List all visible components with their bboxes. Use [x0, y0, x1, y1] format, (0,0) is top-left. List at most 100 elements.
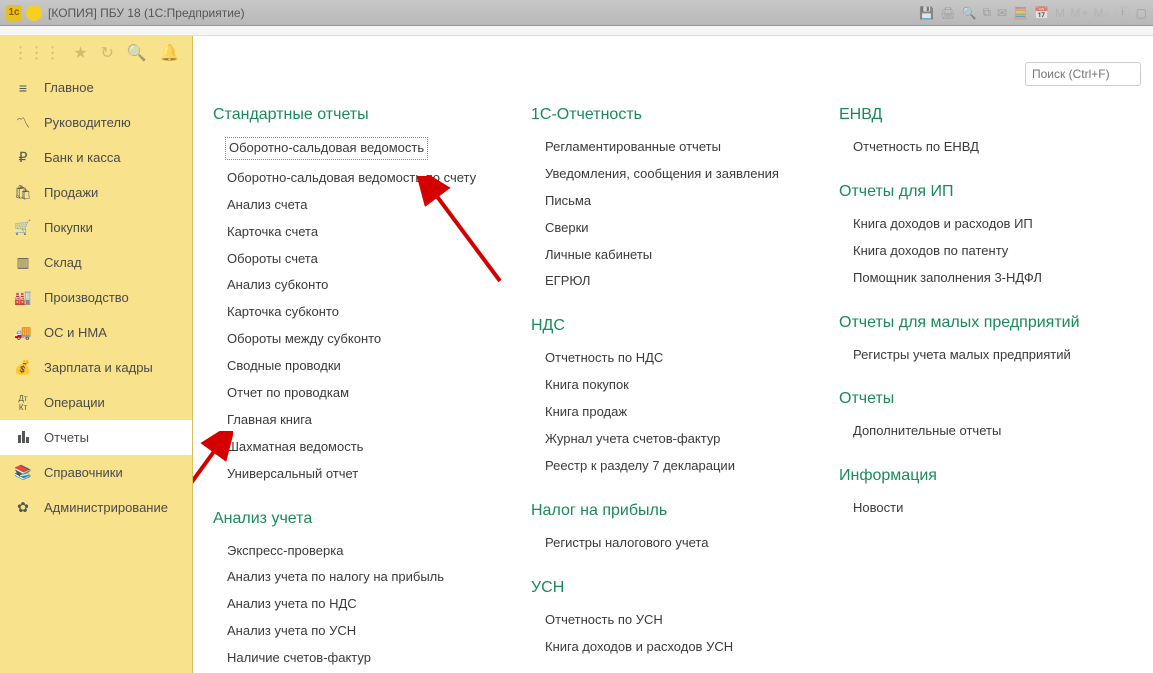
- report-link[interactable]: Экспресс-проверка: [203, 538, 501, 565]
- section-0-1: Анализ учетаЭкспресс-проверкаАнализ учет…: [203, 502, 501, 672]
- section-title[interactable]: Налог на прибыль: [531, 502, 809, 520]
- report-link[interactable]: Регистры учета малых предприятий: [829, 342, 1129, 369]
- sidebar-label-4: Покупки: [44, 220, 93, 235]
- section-1-0: 1С-Отчетность Регламентированные отчетыУв…: [521, 98, 809, 295]
- report-link[interactable]: Анализ учета по НДС: [203, 591, 501, 618]
- sidebar-icon-10: [14, 430, 32, 446]
- report-link[interactable]: Помощник заполнения 3-НДФЛ: [829, 265, 1129, 292]
- report-link[interactable]: Журнал учета счетов-фактур: [521, 426, 809, 453]
- memory-text: М М+ М-: [1055, 6, 1110, 20]
- section-title[interactable]: Отчеты для малых предприятий: [839, 314, 1129, 332]
- apps-icon[interactable]: ⋮⋮⋮: [12, 43, 60, 63]
- section-2-2: Отчеты для малых предприятий Регистры уче…: [829, 306, 1129, 369]
- sidebar-item-3[interactable]: 🛍Продажи: [0, 175, 192, 210]
- print-icon[interactable]: 🖨: [940, 6, 955, 20]
- bell-icon[interactable]: 🔔: [160, 43, 180, 63]
- report-link[interactable]: Обороты счета: [203, 246, 501, 273]
- section-title[interactable]: УСН: [531, 579, 809, 597]
- report-link[interactable]: Книга доходов по патенту: [829, 238, 1129, 265]
- report-link[interactable]: Реестр к разделу 7 декларации: [521, 453, 809, 480]
- report-link[interactable]: Книга покупок: [521, 372, 809, 399]
- sidebar-item-10[interactable]: Отчеты: [0, 420, 192, 455]
- report-link[interactable]: Письма: [521, 188, 809, 215]
- report-link[interactable]: Карточка субконто: [203, 299, 501, 326]
- calc-icon[interactable]: 🧮: [1013, 6, 1028, 20]
- sidebar-item-2[interactable]: ₽Банк и касса: [0, 140, 192, 175]
- mail-icon[interactable]: ✉: [997, 6, 1007, 20]
- minimize-icon[interactable]: ▢: [1136, 6, 1147, 20]
- sidebar-item-1[interactable]: 〽 Руководителю: [0, 105, 192, 140]
- sidebar-item-0[interactable]: ≡Главное: [0, 70, 192, 105]
- calendar-icon[interactable]: 📅: [1034, 6, 1049, 20]
- section-title[interactable]: ЕНВД: [839, 106, 1129, 124]
- report-link[interactable]: Уведомления, сообщения и заявления: [521, 161, 809, 188]
- save-icon[interactable]: 💾: [919, 6, 934, 20]
- sidebar-label-2: Банк и касса: [44, 150, 121, 165]
- sidebar-item-4[interactable]: 🛒Покупки: [0, 210, 192, 245]
- report-link[interactable]: Обороты между субконто: [203, 326, 501, 353]
- report-link[interactable]: Сверки: [521, 215, 809, 242]
- compare-icon[interactable]: ⧉: [982, 5, 991, 20]
- info-icon[interactable]: і: [1116, 6, 1130, 20]
- history-icon[interactable]: ↻: [101, 43, 114, 63]
- section-title[interactable]: Информация: [839, 467, 1129, 485]
- sidebar-icon-11: 📚: [14, 464, 32, 481]
- sidebar-icon-1: 〽: [14, 113, 32, 133]
- report-link[interactable]: ЕГРЮЛ: [521, 268, 809, 295]
- report-link[interactable]: Отчетность по НДС: [521, 345, 809, 372]
- sidebar-icon-8: 💰: [14, 359, 32, 376]
- report-link[interactable]: Наличие счетов-фактур: [203, 645, 501, 672]
- report-link[interactable]: Отчетность по УСН: [521, 607, 809, 634]
- content-area: Стандартные отчеты Оборотно-сальдовая вед…: [193, 36, 1153, 673]
- report-link[interactable]: Карточка счета: [203, 219, 501, 246]
- column-2: ЕНВД Отчетность по ЕНВД Отчеты для ИП Книга…: [829, 98, 1129, 673]
- report-link[interactable]: Сводные проводки: [203, 353, 501, 380]
- sidebar-item-11[interactable]: 📚Справочники: [0, 455, 192, 490]
- report-link[interactable]: Личные кабинеты: [521, 242, 809, 269]
- sidebar-label-10: Отчеты: [44, 430, 89, 445]
- section-title[interactable]: Отчеты: [839, 390, 1129, 408]
- report-link[interactable]: Универсальный отчет: [203, 461, 501, 488]
- report-link[interactable]: Регистры налогового учета: [521, 530, 809, 557]
- report-link[interactable]: Анализ учета по налогу на прибыль: [203, 564, 501, 591]
- section-1-3: УСН Отчетность по УСНКнига доходов и расх…: [521, 571, 809, 661]
- report-link[interactable]: Оборотно-сальдовая ведомость: [225, 137, 428, 160]
- report-link[interactable]: Анализ счета: [203, 192, 501, 219]
- report-link[interactable]: Анализ учета по УСН: [203, 618, 501, 645]
- report-link[interactable]: Главная книга: [203, 407, 501, 434]
- star-icon[interactable]: ★: [73, 43, 87, 63]
- report-link[interactable]: Книга доходов и расходов УСН: [521, 634, 809, 661]
- report-link[interactable]: Анализ субконто: [203, 272, 501, 299]
- report-link[interactable]: Книга продаж: [521, 399, 809, 426]
- sidebar-item-9[interactable]: ДтКтОперации: [0, 385, 192, 420]
- sidebar-item-6[interactable]: 🏭Производство: [0, 280, 192, 315]
- sidebar-icon-5: ▥: [14, 254, 32, 271]
- section-title[interactable]: 1С-Отчетность: [531, 106, 809, 124]
- section-title[interactable]: Анализ учета: [213, 510, 501, 528]
- sidebar-toolbar: ⋮⋮⋮ ★ ↻ 🔍 🔔: [0, 36, 192, 70]
- sidebar: ⋮⋮⋮ ★ ↻ 🔍 🔔 ≡Главное 〽 Руководителю ₽Банк и…: [0, 36, 193, 673]
- sidebar-item-5[interactable]: ▥Склад: [0, 245, 192, 280]
- preview-icon[interactable]: 🔍: [961, 6, 976, 20]
- sidebar-label-1: Руководителю: [44, 115, 131, 130]
- search-input[interactable]: [1025, 62, 1141, 86]
- sidebar-label-8: Зарплата и кадры: [44, 360, 153, 375]
- search-icon[interactable]: 🔍: [127, 43, 147, 63]
- sidebar-icon-6: 🏭: [14, 289, 32, 306]
- report-link[interactable]: Оборотно-сальдовая ведомость по счету: [203, 165, 501, 192]
- section-2-1: Отчеты для ИП Книга доходов и расходов ИП…: [829, 175, 1129, 292]
- report-link[interactable]: Отчет по проводкам: [203, 380, 501, 407]
- sidebar-item-12[interactable]: ✿Администрирование: [0, 490, 192, 525]
- section-title[interactable]: Стандартные отчеты: [213, 106, 501, 124]
- report-link[interactable]: Регламентированные отчеты: [521, 134, 809, 161]
- report-link[interactable]: Дополнительные отчеты: [829, 418, 1129, 445]
- sidebar-item-8[interactable]: 💰 Зарплата и кадры: [0, 350, 192, 385]
- report-link[interactable]: Шахматная ведомость: [203, 434, 501, 461]
- section-title[interactable]: НДС: [531, 317, 809, 335]
- section-title[interactable]: Отчеты для ИП: [839, 183, 1129, 201]
- sidebar-item-7[interactable]: 🚚ОС и НМА: [0, 315, 192, 350]
- report-link[interactable]: Новости: [829, 495, 1129, 522]
- report-link[interactable]: Книга доходов и расходов ИП: [829, 211, 1129, 238]
- report-link[interactable]: Отчетность по ЕНВД: [829, 134, 1129, 161]
- app-logo-icon: 1c: [6, 5, 22, 21]
